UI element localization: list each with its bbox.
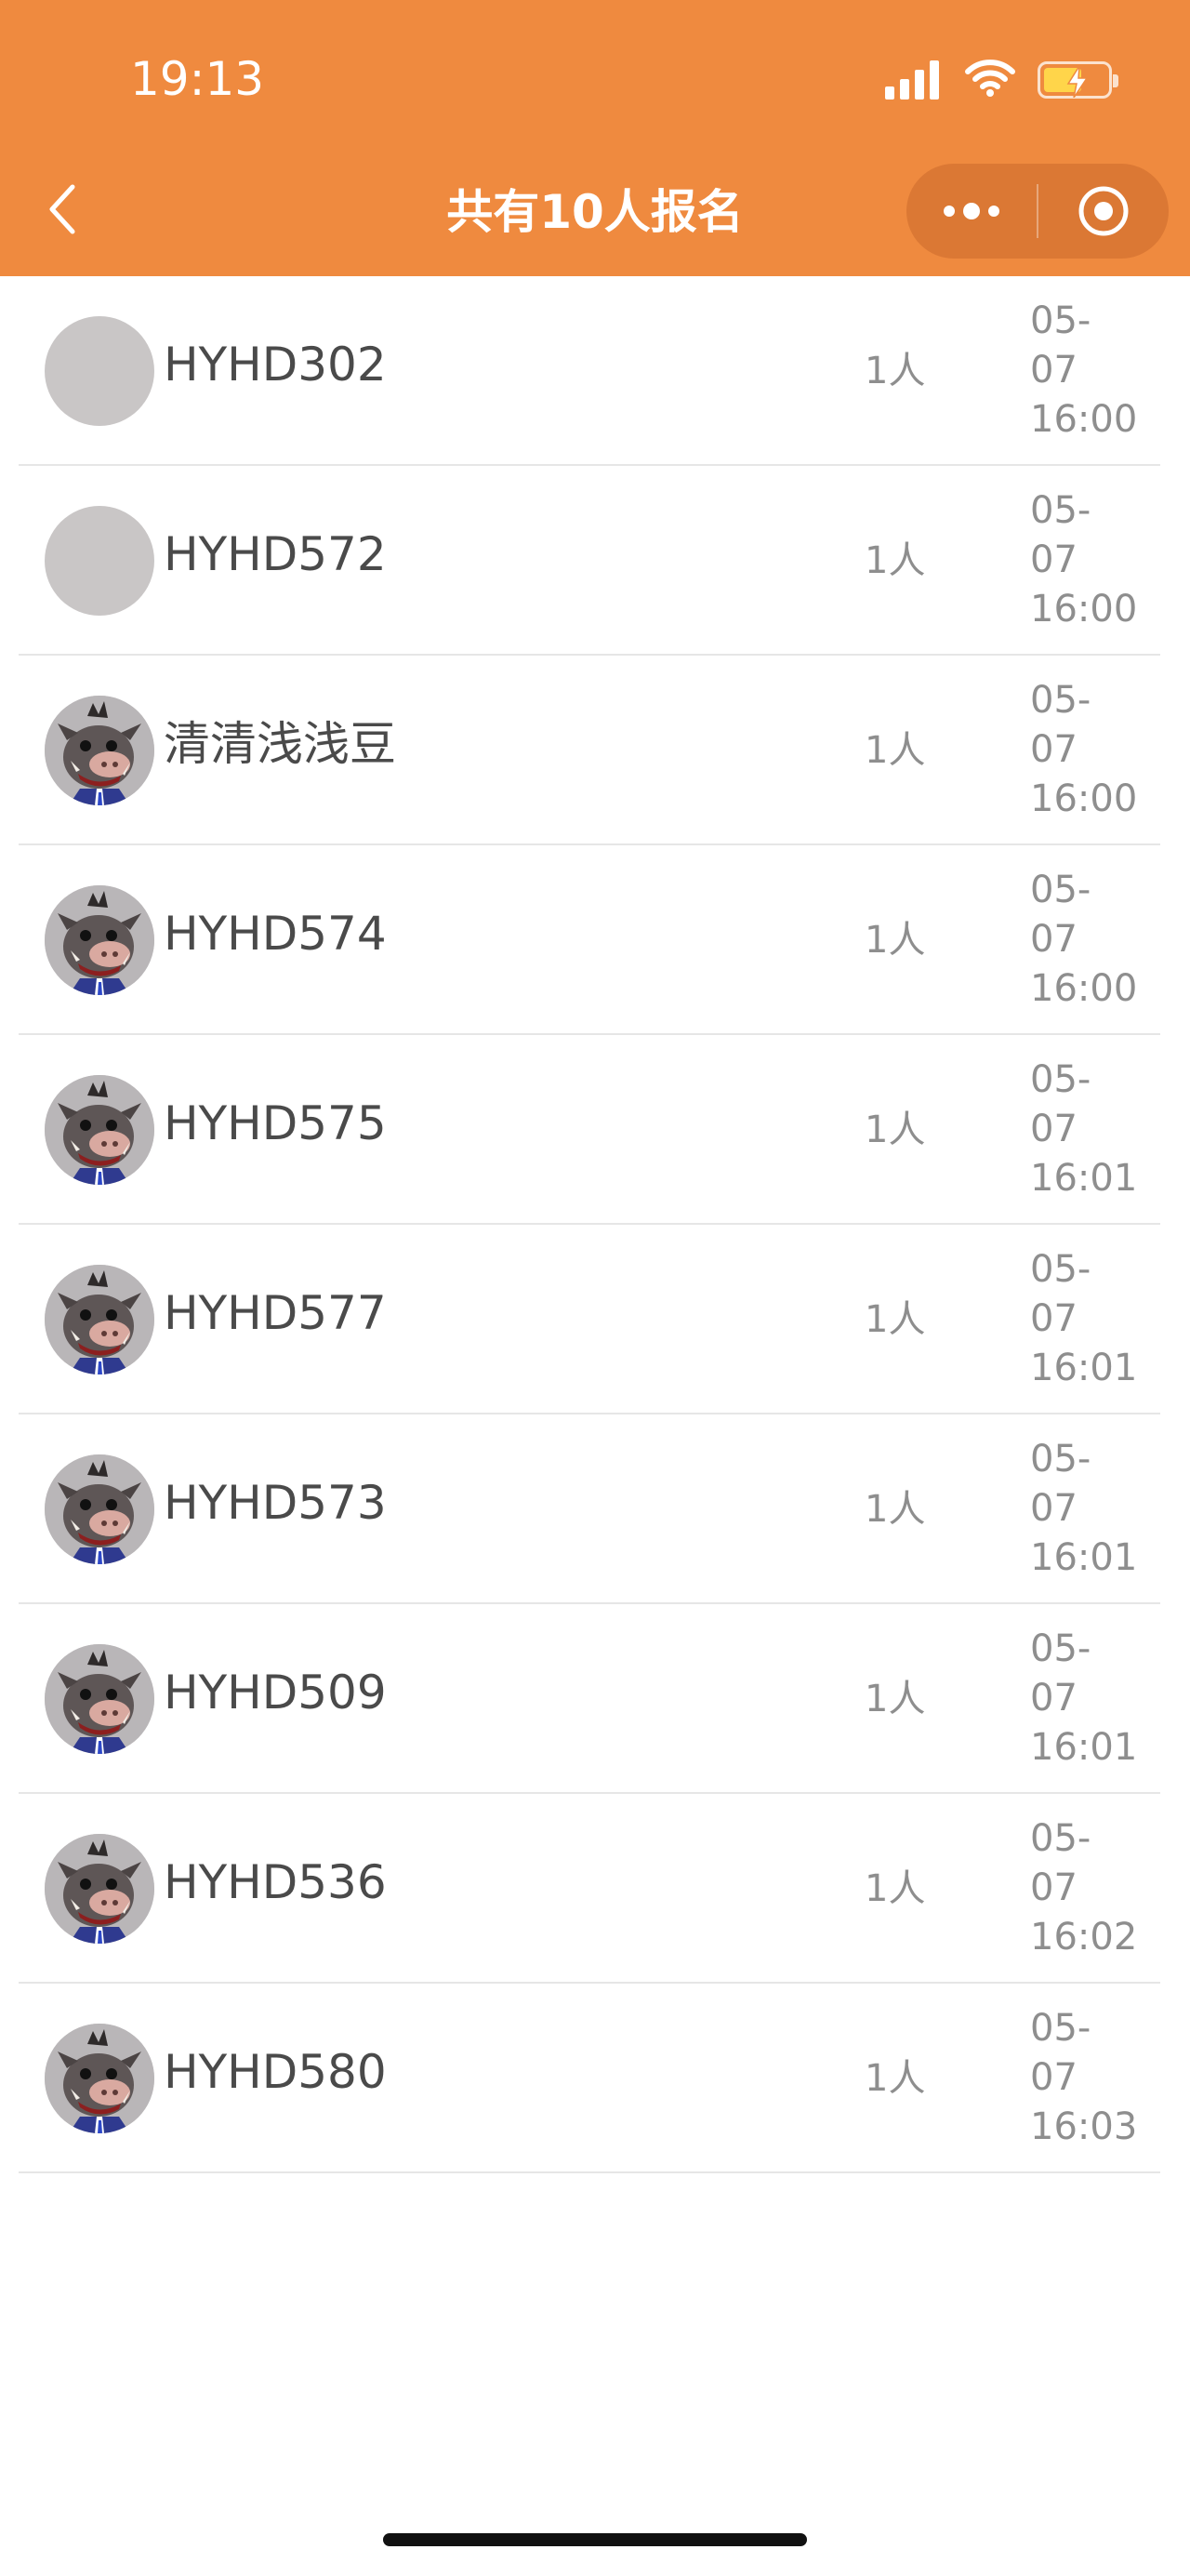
participant-name: HYHD575 xyxy=(164,1096,387,1150)
back-button[interactable] xyxy=(46,177,93,242)
avatar xyxy=(45,696,154,805)
boar-avatar-icon xyxy=(45,885,154,995)
avatar xyxy=(45,1075,154,1185)
participant-count: 1人 xyxy=(865,1298,926,1341)
list-item[interactable]: HYHD575 1人 05- 07 16:01 xyxy=(19,1035,1160,1225)
boar-avatar-icon xyxy=(45,1265,154,1374)
list-item[interactable]: HYHD302 1人 05- 07 16:00 xyxy=(19,276,1160,466)
signup-time: 05- 07 16:02 xyxy=(1030,1817,1138,1959)
status-icons xyxy=(885,54,1118,106)
avatar xyxy=(45,1834,154,1944)
participant-name: 清清浅浅豆 xyxy=(164,717,396,771)
boar-avatar-icon xyxy=(45,1644,154,1754)
participant-count: 1人 xyxy=(865,729,926,772)
list-item[interactable]: HYHD577 1人 05- 07 16:01 xyxy=(19,1225,1160,1414)
participant-count: 1人 xyxy=(865,1488,926,1531)
boar-avatar-icon xyxy=(45,1454,154,1564)
more-button[interactable] xyxy=(906,164,1037,259)
signup-time: 05- 07 16:00 xyxy=(1030,489,1138,631)
page-title: 共有10人报名 xyxy=(446,185,744,239)
wifi-icon xyxy=(965,59,1015,101)
signal-icon xyxy=(885,60,945,100)
signup-time: 05- 07 16:03 xyxy=(1030,2007,1138,2148)
participant-count: 1人 xyxy=(865,1109,926,1151)
participant-name: HYHD577 xyxy=(164,1286,387,1340)
more-dots-icon xyxy=(944,203,999,219)
boar-avatar-icon xyxy=(45,1075,154,1185)
avatar xyxy=(45,885,154,995)
avatar xyxy=(45,1454,154,1564)
participant-name: HYHD574 xyxy=(164,907,387,961)
participant-count: 1人 xyxy=(865,2057,926,2100)
battery-icon xyxy=(1038,61,1118,99)
participant-count: 1人 xyxy=(865,539,926,582)
signup-time: 05- 07 16:00 xyxy=(1030,299,1138,441)
participant-name: HYHD302 xyxy=(164,338,387,392)
header: 19:13 共有10人报名 xyxy=(0,0,1190,276)
list-item[interactable]: HYHD509 1人 05- 07 16:01 xyxy=(19,1604,1160,1794)
avatar xyxy=(45,506,154,616)
boar-avatar-icon xyxy=(45,2024,154,2133)
target-close-icon xyxy=(1078,186,1129,236)
list-item[interactable]: HYHD580 1人 05- 07 16:03 xyxy=(19,1984,1160,2173)
signup-list: HYHD302 1人 05- 07 16:00 HYHD572 1人 05- 07 16… xyxy=(0,276,1190,2173)
signup-time: 05- 07 16:01 xyxy=(1030,1627,1138,1769)
boar-avatar-icon xyxy=(45,1834,154,1944)
status-time: 19:13 xyxy=(130,52,265,106)
participant-name: HYHD573 xyxy=(164,1476,387,1530)
list-item[interactable]: 清清浅浅豆 1人 05- 07 16:00 xyxy=(19,656,1160,845)
signup-time: 05- 07 16:01 xyxy=(1030,1438,1138,1579)
list-item[interactable]: HYHD574 1人 05- 07 16:00 xyxy=(19,845,1160,1035)
list-item[interactable]: HYHD573 1人 05- 07 16:01 xyxy=(19,1414,1160,1604)
signup-time: 05- 07 16:00 xyxy=(1030,869,1138,1010)
avatar xyxy=(45,1265,154,1374)
list-item[interactable]: HYHD572 1人 05- 07 16:00 xyxy=(19,466,1160,656)
participant-count: 1人 xyxy=(865,1867,926,1910)
home-indicator[interactable] xyxy=(383,2533,807,2546)
list-item[interactable]: HYHD536 1人 05- 07 16:02 xyxy=(19,1794,1160,1984)
participant-count: 1人 xyxy=(865,350,926,392)
participant-name: HYHD580 xyxy=(164,2045,387,2099)
participant-name: HYHD536 xyxy=(164,1855,387,1909)
participant-count: 1人 xyxy=(865,919,926,962)
participant-count: 1人 xyxy=(865,1678,926,1720)
signup-time: 05- 07 16:00 xyxy=(1030,679,1138,820)
participant-name: HYHD509 xyxy=(164,1666,387,1720)
boar-avatar-icon xyxy=(45,696,154,805)
participant-name: HYHD572 xyxy=(164,527,387,581)
avatar xyxy=(45,316,154,426)
close-button[interactable] xyxy=(1038,164,1169,259)
signup-time: 05- 07 16:01 xyxy=(1030,1058,1138,1200)
mini-program-capsule xyxy=(906,164,1169,259)
chevron-left-icon xyxy=(49,184,75,234)
avatar xyxy=(45,1644,154,1754)
avatar xyxy=(45,2024,154,2133)
signup-time: 05- 07 16:01 xyxy=(1030,1248,1138,1389)
